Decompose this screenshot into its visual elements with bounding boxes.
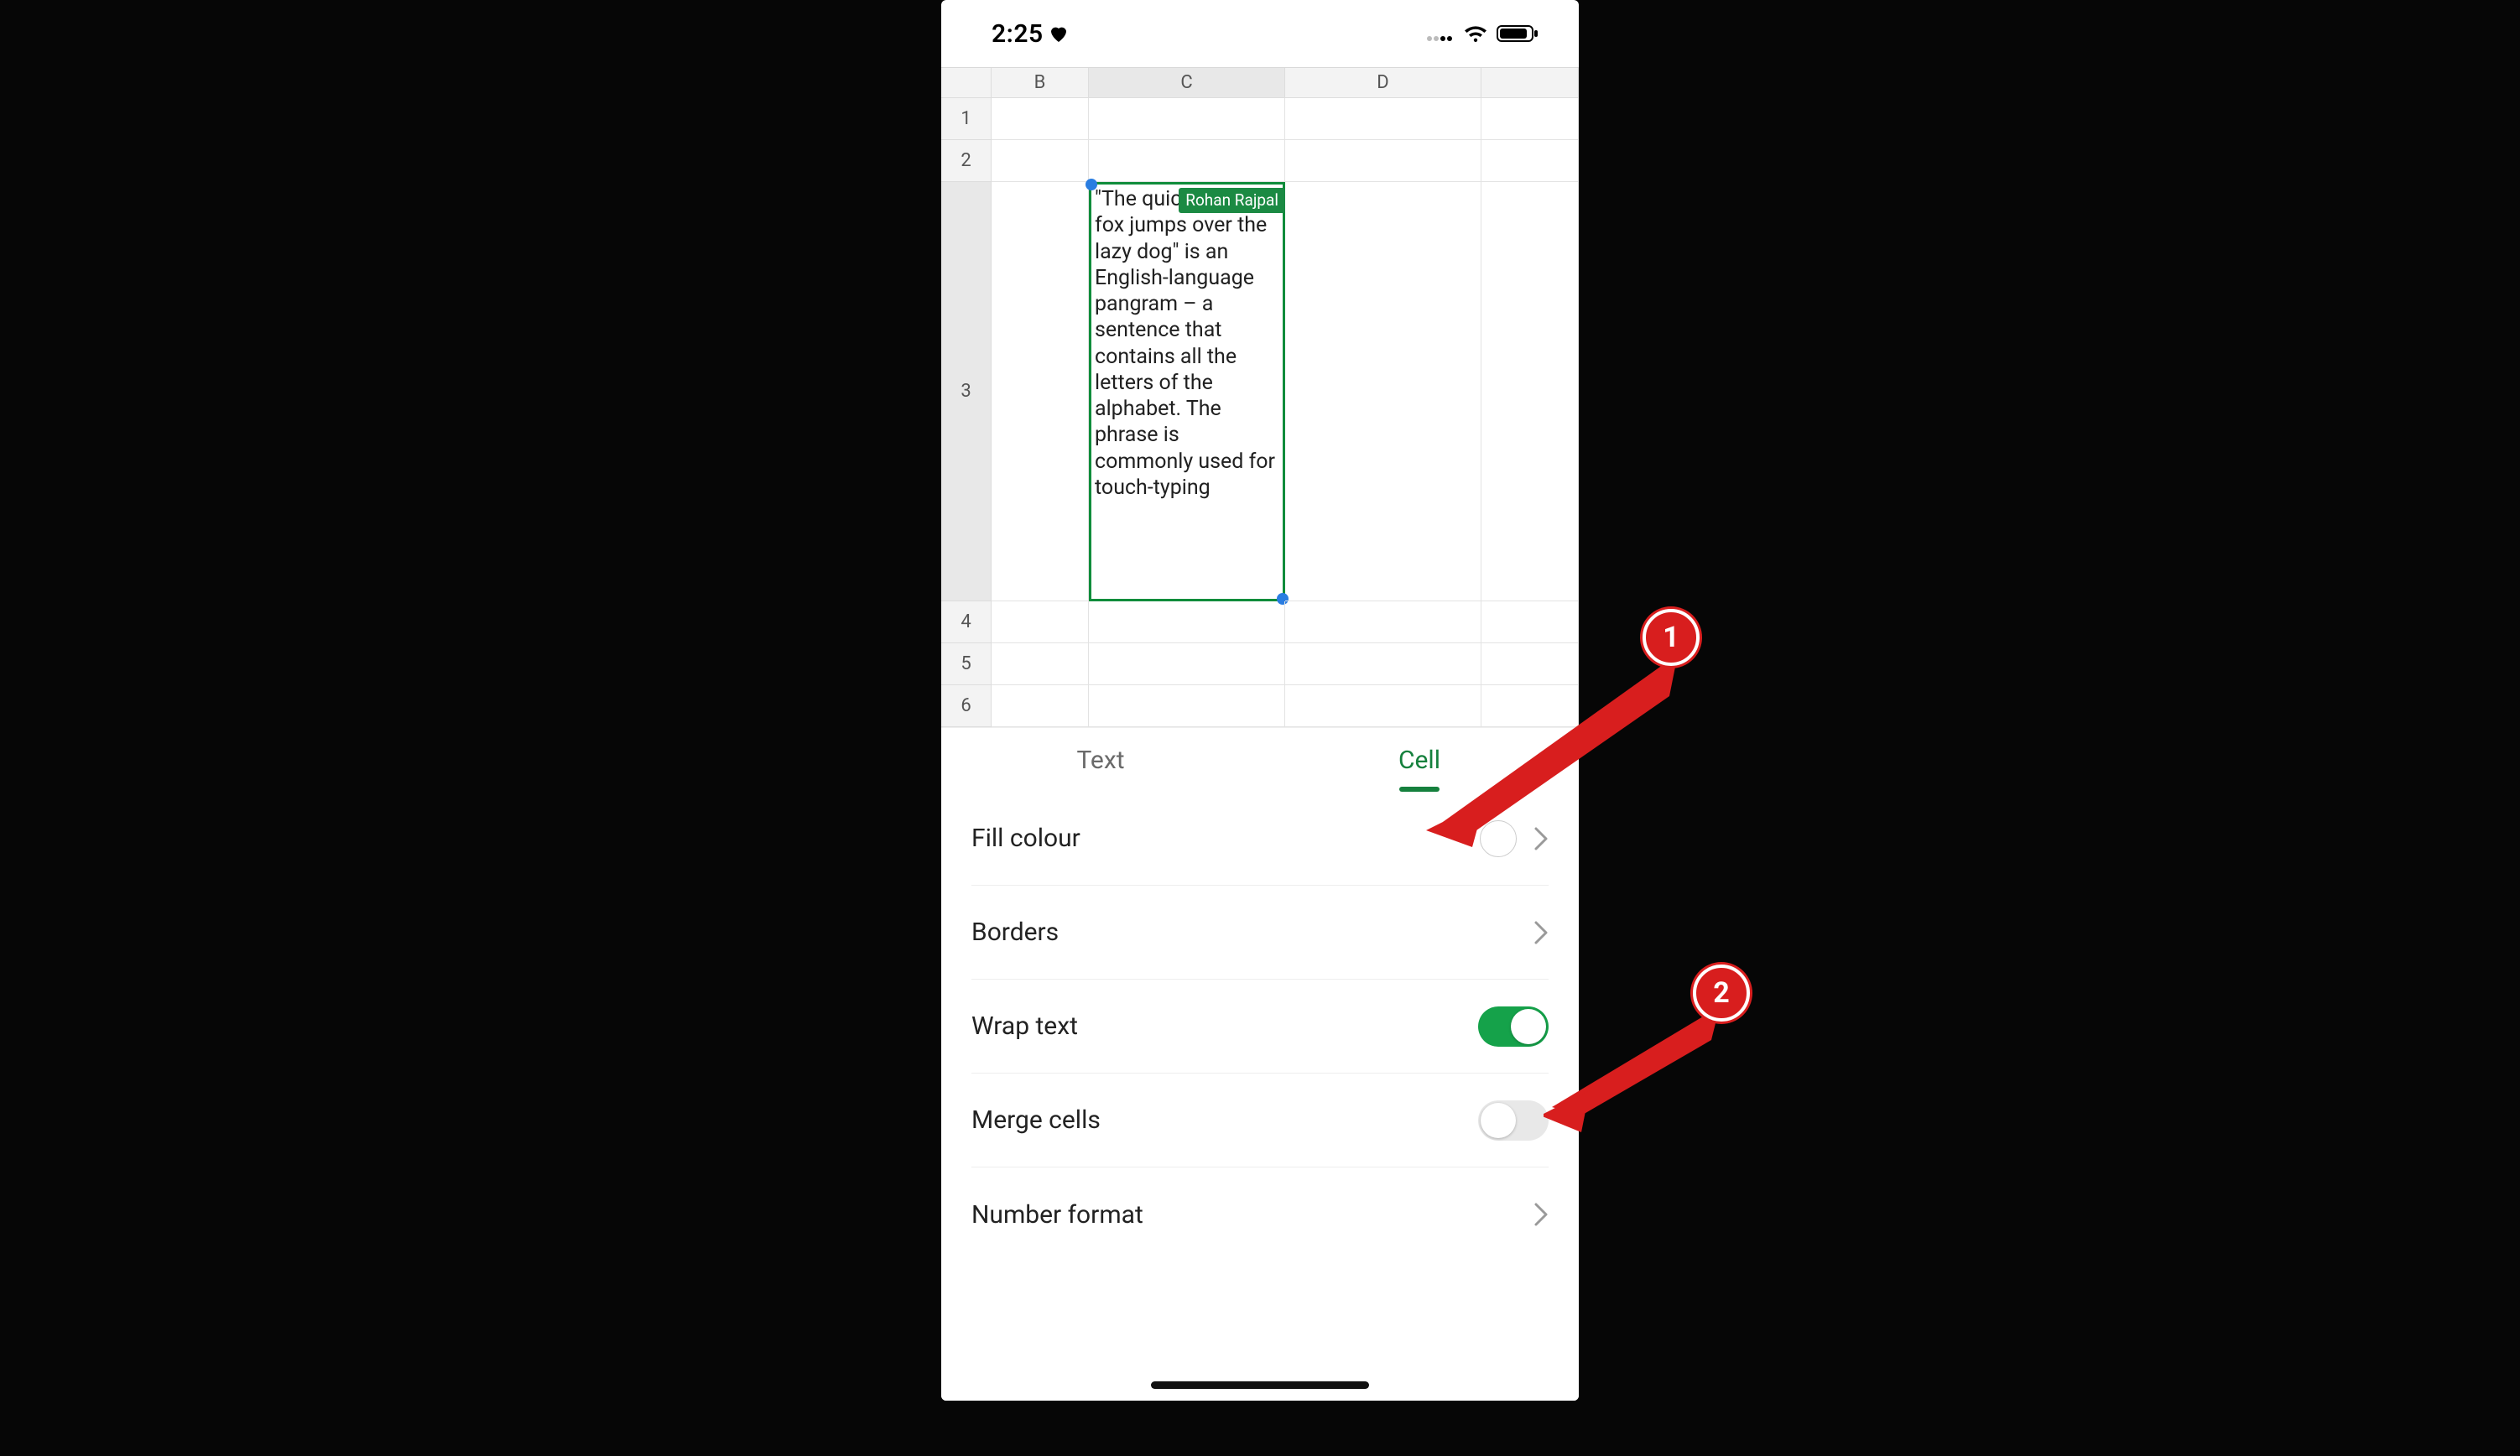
borders-label: Borders <box>971 918 1059 947</box>
wrap-text-toggle[interactable] <box>1478 1006 1549 1047</box>
cell-c3-text: "The quick brown fox jumps over the lazy… <box>1095 187 1275 500</box>
option-borders[interactable]: Borders <box>971 886 1549 980</box>
cell-b5[interactable] <box>992 643 1089 685</box>
cell-d5[interactable] <box>1285 643 1481 685</box>
cell-b4[interactable] <box>992 601 1089 643</box>
cell-e4[interactable] <box>1481 601 1579 643</box>
annotation-1-label: 1 <box>1663 621 1679 654</box>
cell-c2[interactable] <box>1089 140 1285 182</box>
row-header-5[interactable]: 5 <box>941 643 992 685</box>
cell-c6[interactable] <box>1089 685 1285 727</box>
col-header-d[interactable]: D <box>1285 68 1481 98</box>
cell-b3[interactable] <box>992 182 1089 601</box>
cell-d3[interactable] <box>1285 182 1481 601</box>
row-header-1[interactable]: 1 <box>941 98 992 140</box>
number-format-label: Number format <box>971 1200 1143 1230</box>
option-wrap-text: Wrap text <box>971 980 1549 1074</box>
corner-header[interactable] <box>941 68 992 98</box>
tab-text[interactable]: Text <box>941 728 1260 792</box>
row-header-6[interactable]: 6 <box>941 685 992 727</box>
cell-d1[interactable] <box>1285 98 1481 140</box>
cell-e6[interactable] <box>1481 685 1579 727</box>
cell-b6[interactable] <box>992 685 1089 727</box>
cell-e3[interactable] <box>1481 182 1579 601</box>
option-merge-cells: Merge cells <box>971 1074 1549 1167</box>
wifi-icon <box>1463 24 1488 43</box>
status-bar: 2:25 <box>941 0 1579 67</box>
cell-c3-selected[interactable]: "The quick brown fox jumps over the lazy… <box>1089 182 1285 601</box>
cell-c4[interactable] <box>1089 601 1285 643</box>
row-header-4[interactable]: 4 <box>941 601 992 643</box>
cell-c1[interactable] <box>1089 98 1285 140</box>
col-header-c[interactable]: C <box>1089 68 1285 98</box>
cell-e5[interactable] <box>1481 643 1579 685</box>
format-tabs: Text Cell <box>941 728 1579 792</box>
tab-cell[interactable]: Cell <box>1260 728 1579 792</box>
phone-frame: 2:25 <box>941 0 1579 1401</box>
cell-e2[interactable] <box>1481 140 1579 182</box>
chevron-right-icon <box>1533 920 1549 945</box>
format-panel: Text Cell Fill colour Borders <box>941 727 1579 1401</box>
cell-d4[interactable] <box>1285 601 1481 643</box>
col-header-b[interactable]: B <box>992 68 1089 98</box>
cell-d2[interactable] <box>1285 140 1481 182</box>
wrap-text-label: Wrap text <box>971 1011 1078 1041</box>
fill-colour-label: Fill colour <box>971 824 1080 853</box>
col-header-overflow[interactable] <box>1481 68 1579 98</box>
home-indicator[interactable] <box>1151 1381 1369 1389</box>
row-header-3[interactable]: 3 <box>941 182 992 601</box>
selection-handle-top-left[interactable] <box>1086 179 1097 190</box>
chevron-right-icon <box>1533 1202 1549 1227</box>
collaborator-tag: Rohan Rajpal <box>1179 188 1285 213</box>
status-time: 2:25 <box>992 19 1044 49</box>
cell-c5[interactable] <box>1089 643 1285 685</box>
cell-b2[interactable] <box>992 140 1089 182</box>
chevron-right-icon <box>1533 826 1549 851</box>
option-number-format[interactable]: Number format <box>971 1167 1549 1261</box>
cell-e1[interactable] <box>1481 98 1579 140</box>
spreadsheet-grid[interactable]: B C D 1 2 <box>941 67 1579 727</box>
merge-cells-label: Merge cells <box>971 1105 1101 1135</box>
row-header-2[interactable]: 2 <box>941 140 992 182</box>
heart-icon <box>1049 24 1069 43</box>
merge-cells-toggle[interactable] <box>1478 1100 1549 1141</box>
cell-d6[interactable] <box>1285 685 1481 727</box>
option-fill-colour[interactable]: Fill colour <box>971 792 1549 886</box>
cellular-icon <box>1426 25 1455 42</box>
battery-icon <box>1497 24 1539 43</box>
fill-colour-swatch <box>1480 820 1517 857</box>
annotation-2-label: 2 <box>1713 976 1730 1010</box>
cell-b1[interactable] <box>992 98 1089 140</box>
